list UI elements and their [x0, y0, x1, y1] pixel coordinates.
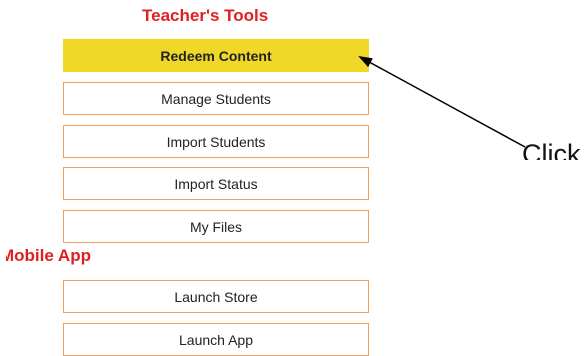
my-files-button[interactable]: My Files — [63, 210, 369, 243]
teachers-tools-heading: Teacher's Tools — [142, 6, 269, 25]
redeem-content-button[interactable]: Redeem Content — [63, 39, 369, 72]
callout-text: Click — [522, 138, 588, 160]
import-status-button[interactable]: Import Status — [63, 167, 369, 200]
launch-store-button[interactable]: Launch Store — [63, 280, 369, 313]
callout-text-label: Click — [522, 139, 581, 160]
arrow-line — [358, 56, 526, 148]
mobile-app-heading: Mobile App — [0, 246, 91, 265]
manage-students-button[interactable]: Manage Students — [63, 82, 369, 115]
launch-app-button[interactable]: Launch App — [63, 323, 369, 356]
import-students-button[interactable]: Import Students — [63, 125, 369, 158]
